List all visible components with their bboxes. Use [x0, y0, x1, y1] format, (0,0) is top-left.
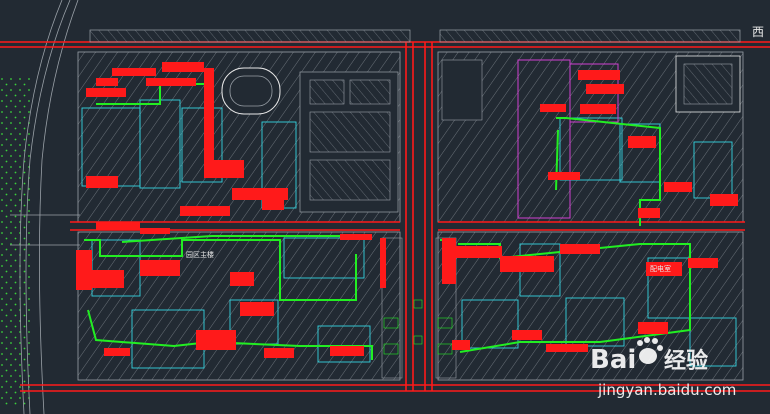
cad-drawing-canvas[interactable]: 园区主楼 配电室 西 Bai 经验 jingyan.baidu.com [0, 0, 770, 414]
watermark-brand-left: Bai [590, 345, 636, 375]
top-building-strip [89, 29, 741, 43]
right-block [437, 51, 744, 381]
vegetation-strip [0, 75, 30, 405]
corner-char: 西 [752, 25, 764, 39]
cad-viewport[interactable]: 园区主楼 配电室 西 Bai 经验 jingyan.baidu.com [0, 0, 770, 414]
zone-label-left: 园区主楼 [186, 250, 214, 259]
left-block [77, 51, 401, 381]
watermark-brand-right: 经验 [664, 348, 708, 374]
zone-label-right: 配电室 [650, 264, 671, 273]
main-road [70, 221, 745, 231]
watermark-url: jingyan.baidu.com [597, 381, 736, 399]
